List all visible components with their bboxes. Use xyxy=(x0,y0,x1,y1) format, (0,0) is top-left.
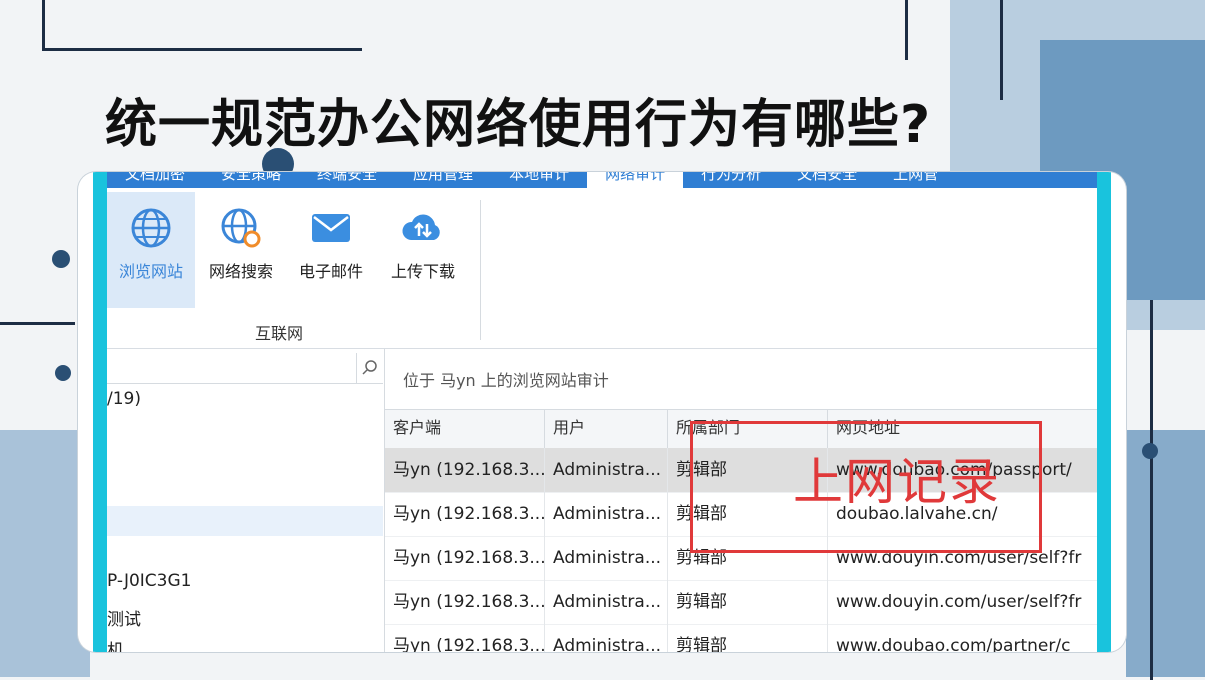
page-title: 统一规范办公网络使用行为有哪些? xyxy=(105,95,932,155)
ribbon-tabs: 文档加密 安全策略 终端安全 应用管理 本地审计 网络审计 行为分析 文档安全 … xyxy=(107,172,1097,188)
ribbon-group-label: 互联网 xyxy=(255,324,304,343)
browse-websites-label: 浏览网站 xyxy=(118,262,183,281)
email-label: 电子邮件 xyxy=(298,262,363,281)
globe-search-icon xyxy=(221,208,261,248)
tab-network-audit[interactable]: 网络审计 xyxy=(587,172,684,188)
cell-client: 马yn (192.168.3... xyxy=(385,448,545,492)
search-icon xyxy=(362,360,377,375)
computer-tree-pane: /19) P-J0IC3G1 测试 机 xyxy=(107,349,385,652)
ribbon-group-separator xyxy=(480,200,481,340)
bg-blue-block-bottom-left xyxy=(0,430,90,677)
tree-item-test[interactable]: 测试 xyxy=(107,605,141,630)
web-search-label: 网络搜索 xyxy=(208,262,273,281)
bg-line-4 xyxy=(905,0,908,60)
cell-client: 马yn (192.168.3... xyxy=(385,536,545,580)
cell-user: Administra... xyxy=(545,492,668,536)
bg-dot-2 xyxy=(52,250,70,268)
bg-dot-4 xyxy=(1142,443,1158,459)
cell-user: Administra... xyxy=(545,580,668,624)
bg-line-1 xyxy=(42,0,45,50)
app-window-card: 文档加密 安全策略 终端安全 应用管理 本地审计 网络审计 行为分析 文档安全 … xyxy=(78,172,1126,652)
tab-app-management[interactable]: 应用管理 xyxy=(395,172,491,188)
cloud-transfer-icon xyxy=(402,214,440,240)
cyan-frame-right xyxy=(1097,172,1111,652)
browse-websites-button[interactable]: 浏览网站 xyxy=(107,192,195,308)
annotation-box: 上网记录 xyxy=(690,421,1042,553)
tab-behavior-analysis[interactable]: 行为分析 xyxy=(683,172,779,188)
cell-user: Administra... xyxy=(545,536,668,580)
cell-user: Administra... xyxy=(545,624,668,652)
cyan-frame-left xyxy=(93,172,107,652)
table-row[interactable]: 马yn (192.168.3... Administra... 剪辑部 www.… xyxy=(385,580,1097,625)
tab-document-security[interactable]: 文档安全 xyxy=(779,172,875,188)
tab-internet-management[interactable]: 上网管 xyxy=(875,172,956,188)
bg-line-3 xyxy=(0,322,75,325)
email-button[interactable]: 电子邮件 xyxy=(287,192,375,308)
cell-client: 马yn (192.168.3... xyxy=(385,580,545,624)
cell-department: 剪辑部 xyxy=(668,580,828,624)
cell-url: www.douyin.com/user/self?fr xyxy=(836,592,1082,612)
cell-client: 马yn (192.168.3... xyxy=(385,492,545,536)
column-header-user[interactable]: 用户 xyxy=(545,410,668,448)
tree-item-machine[interactable]: 机 xyxy=(107,636,124,652)
bg-blue-block-bottom-right xyxy=(1126,430,1205,677)
tree-search-button[interactable] xyxy=(356,353,383,383)
bg-line-2 xyxy=(42,48,362,51)
envelope-icon xyxy=(312,214,350,242)
tree-item-group-count[interactable]: /19) xyxy=(107,389,141,409)
breadcrumb: 位于 马yn 上的浏览网站审计 xyxy=(403,371,609,390)
globe-icon xyxy=(131,208,171,248)
upload-download-button[interactable]: 上传下载 xyxy=(379,192,467,308)
web-search-button[interactable]: 网络搜索 xyxy=(197,192,285,308)
tree-search-box[interactable] xyxy=(107,353,383,384)
bg-line-5 xyxy=(1000,0,1003,100)
tree-item-computer-name[interactable]: P-J0IC3G1 xyxy=(107,571,191,591)
app-window: 文档加密 安全策略 终端安全 应用管理 本地审计 网络审计 行为分析 文档安全 … xyxy=(107,172,1097,652)
bg-dot-3 xyxy=(55,365,71,381)
annotation-label: 上网记录 xyxy=(793,453,1001,511)
tab-security-policy[interactable]: 安全策略 xyxy=(203,172,299,188)
cell-user: Administra... xyxy=(545,448,668,492)
cell-department: 剪辑部 xyxy=(668,624,828,652)
table-row[interactable]: 马yn (192.168.3... Administra... 剪辑部 www.… xyxy=(385,624,1097,652)
cell-url: www.doubao.com/partner/c xyxy=(836,636,1071,652)
cell-client: 马yn (192.168.3... xyxy=(385,624,545,652)
column-header-client[interactable]: 客户端 xyxy=(385,410,545,448)
ribbon: 浏览网站 网络搜索 电子邮件 上传下载 互联网 xyxy=(107,188,1097,349)
tab-endpoint-security[interactable]: 终端安全 xyxy=(299,172,395,188)
tree-item-selected[interactable] xyxy=(107,506,383,536)
bg-line-6 xyxy=(1150,300,1153,680)
tab-document-encryption[interactable]: 文档加密 xyxy=(107,172,203,188)
tab-local-audit[interactable]: 本地审计 xyxy=(491,172,587,188)
upload-download-label: 上传下载 xyxy=(390,262,455,281)
